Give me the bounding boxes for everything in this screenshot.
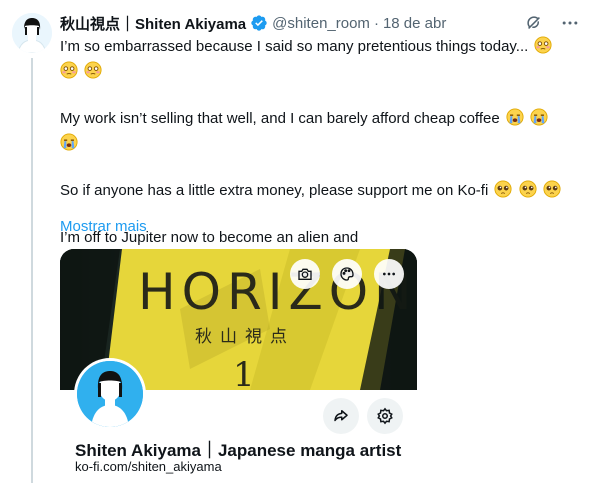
link-preview-card[interactable]: HORIZON 秋山視点 1 Shiten Akiyama｜Japanese m… [60, 249, 417, 483]
tweet-paragraph-1: I’m so embarrassed because I said so man… [60, 36, 570, 86]
crying-face-icon [530, 108, 548, 133]
author-display-name[interactable]: 秋山視点｜Shiten Akiyama [60, 13, 246, 34]
card-url[interactable]: ko-fi.com/shiten_akiyama [75, 459, 222, 474]
tweet-date[interactable]: 18 de abr [383, 15, 446, 32]
pleading-face-icon [543, 180, 561, 205]
tweet-line-2: My work isn’t selling that well, and I c… [60, 110, 500, 127]
share-icon[interactable] [323, 398, 359, 434]
separator-dot: · [373, 14, 379, 32]
crying-face-icon [60, 133, 78, 158]
tweet-header: 秋山視点｜Shiten Akiyama @shiten_room · 18 de… [60, 12, 580, 34]
profile-picture[interactable] [74, 358, 146, 430]
flushed-face-icon [534, 36, 553, 61]
flushed-face-icon [60, 61, 78, 86]
banner-number: 1 [233, 355, 255, 390]
card-title[interactable]: Shiten Akiyama｜Japanese manga artist [75, 436, 401, 461]
show-more-link[interactable]: Mostrar mais [60, 216, 147, 238]
tweet-line-1: I’m so embarrassed because I said so man… [60, 38, 529, 55]
more-icon[interactable] [560, 13, 580, 33]
crying-face-icon [506, 108, 524, 133]
pleading-face-icon [519, 180, 537, 205]
thread-line [31, 58, 33, 483]
banner-subtitle: 秋山視点 [195, 327, 295, 347]
camera-icon[interactable] [290, 259, 320, 289]
tweet-paragraph-3: So if anyone has a little extra money, p… [60, 180, 570, 205]
flushed-face-icon [84, 61, 102, 86]
verified-badge-icon [250, 14, 268, 32]
pleading-face-icon [494, 180, 513, 205]
tweet-line-3: So if anyone has a little extra money, p… [60, 182, 489, 199]
author-avatar[interactable] [12, 13, 52, 53]
grok-icon[interactable] [524, 13, 544, 33]
palette-icon[interactable] [332, 259, 362, 289]
tweet-paragraph-2: My work isn’t selling that well, and I c… [60, 108, 570, 158]
settings-icon[interactable] [367, 398, 403, 434]
author-handle[interactable]: @shiten_room [272, 15, 370, 32]
ellipsis-icon[interactable] [374, 259, 404, 289]
